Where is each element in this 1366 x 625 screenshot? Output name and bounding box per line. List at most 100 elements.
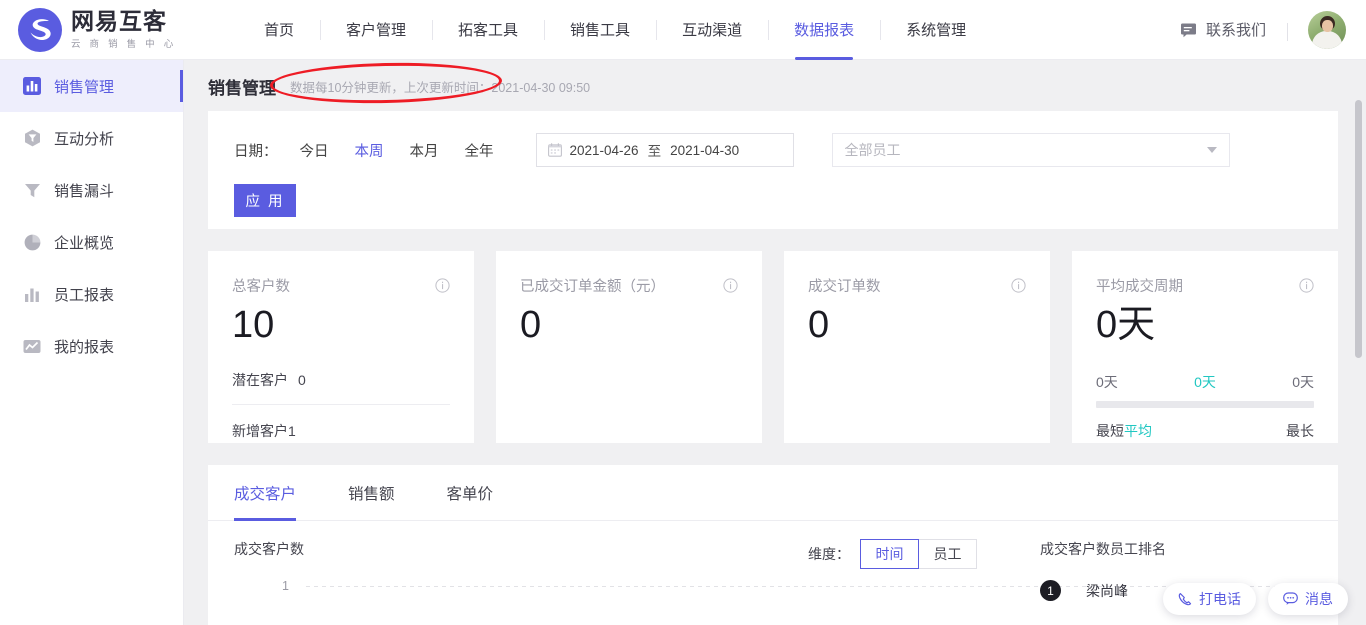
call-button[interactable]: 打电话	[1163, 583, 1256, 615]
date-end-value: 2021-04-30	[670, 142, 740, 158]
employee-select[interactable]: 全部员工	[831, 133, 1230, 167]
filter-row: 日期： 今日 本周 本月 全年 2021-04-26 至 2021-04-30 …	[234, 133, 1312, 167]
tab-sales-amount[interactable]: 销售额	[348, 465, 395, 521]
date-range-separator: 至	[647, 144, 662, 159]
page-update-note: 数据每10分钟更新，上次更新时间：2021-04-30 09:50	[290, 81, 591, 95]
column-chart-icon	[22, 286, 42, 303]
date-filter-label: 日期：	[234, 143, 278, 160]
nav-item-interactive-channels[interactable]: 互动渠道	[656, 0, 768, 60]
card-title-closed-order-count: 成交订单数	[808, 279, 881, 295]
nav-item-acquisition-tools[interactable]: 拓客工具	[432, 0, 544, 60]
top-header: 网易互客 云 商 销 售 中 心 首页 客户管理 拓客工具 销售工具 互动渠道 …	[0, 0, 1366, 60]
sidebar-label-interaction-analysis: 互动分析	[54, 130, 115, 148]
cycle-label-row: 最短 平均 最长	[1096, 421, 1314, 441]
phone-icon	[1178, 592, 1192, 606]
cycle-avg-value: 0天	[1194, 373, 1216, 390]
message-button[interactable]: 消息	[1268, 583, 1348, 615]
card-sub-label-new: 新增客户	[232, 422, 288, 439]
card-value-closed-order-count: 0	[808, 304, 830, 346]
filter-panel: 日期： 今日 本周 本月 全年 2021-04-26 至 2021-04-30 …	[208, 111, 1338, 229]
vertical-scrollbar[interactable]	[1355, 100, 1362, 620]
cycle-min-label: 最短	[1096, 422, 1124, 439]
quick-range-this-month[interactable]: 本月	[410, 140, 439, 161]
chart-y-tick-1: 1	[282, 579, 289, 593]
swoosh-logo-icon	[18, 7, 62, 52]
user-avatar[interactable]	[1308, 10, 1346, 49]
sidebar-label-employee-report: 员工报表	[54, 286, 115, 304]
rank-employee-name: 梁尚峰	[1086, 582, 1128, 599]
avatar-body	[1312, 30, 1342, 49]
avatar-face	[1321, 19, 1333, 32]
tab-unit-price[interactable]: 客单价	[447, 465, 494, 521]
card-header: 成交订单数	[808, 275, 1026, 296]
card-title-closed-order-amount: 已成交订单金额（元）	[520, 279, 665, 295]
app-root: 网易互客 云 商 销 售 中 心 首页 客户管理 拓客工具 销售工具 互动渠道 …	[0, 0, 1366, 625]
brand-logo[interactable]: 网易互客 云 商 销 售 中 心	[0, 7, 210, 52]
card-header: 总客户数	[232, 275, 450, 296]
sidebar-item-sales-management[interactable]: 销售管理	[0, 60, 183, 112]
sidebar-label-sales-management: 销售管理	[54, 78, 115, 96]
main-content: 销售管理 数据每10分钟更新，上次更新时间：2021-04-30 09:50 日…	[184, 60, 1366, 625]
cycle-max-label: 最长	[1286, 422, 1314, 439]
date-start-value: 2021-04-26	[569, 142, 639, 158]
nav-item-data-reports[interactable]: 数据报表	[768, 0, 880, 60]
floating-actions: 打电话 消息	[1163, 583, 1348, 615]
report-body: 成交客户数 1 维度： 时间 员工 成交客户数员工排名 1 梁尚峰	[208, 521, 1338, 601]
quick-range-today[interactable]: 今日	[300, 140, 329, 161]
sidebar-item-my-report[interactable]: 我的报表	[0, 320, 183, 372]
card-sub-value-new: 1	[288, 422, 296, 439]
sidebar-item-sales-funnel[interactable]: 销售漏斗	[0, 164, 183, 216]
card-title-average-deal-cycle: 平均成交周期	[1096, 279, 1183, 295]
employee-select-placeholder: 全部员工	[844, 142, 901, 158]
card-sub-new-customers: 新增客户1	[232, 421, 450, 441]
quick-range-this-year[interactable]: 全年	[465, 140, 494, 161]
brand-subtitle: 云 商 销 售 中 心	[71, 38, 177, 50]
dimension-option-time[interactable]: 时间	[860, 539, 919, 569]
scrollbar-thumb[interactable]	[1355, 100, 1362, 358]
sidebar-item-interaction-analysis[interactable]: 互动分析	[0, 112, 183, 164]
cycle-avg-label: 平均	[1124, 422, 1152, 439]
quick-range-this-week[interactable]: 本周	[355, 140, 384, 161]
top-navigation: 首页 客户管理 拓客工具 销售工具 互动渠道 数据报表 系统管理	[238, 0, 992, 60]
bar-chart-icon	[22, 77, 42, 95]
report-tabs: 成交客户 销售额 客单价	[208, 465, 1338, 521]
card-value-total-customers: 10	[232, 304, 275, 346]
cycle-max-value: 0天	[1292, 373, 1314, 390]
dimension-option-employee[interactable]: 员工	[918, 539, 977, 569]
card-total-customers: 总客户数 10 潜在客户 0 新增客户1	[208, 251, 474, 443]
card-value-average-deal-cycle: 0天	[1096, 304, 1156, 346]
card-value-closed-order-amount: 0	[520, 304, 542, 346]
nav-item-sales-tools[interactable]: 销售工具	[544, 0, 656, 60]
info-circle-icon[interactable]	[1299, 278, 1314, 293]
chevron-down-icon	[1206, 147, 1217, 153]
card-closed-order-count: 成交订单数 0	[784, 251, 1050, 443]
cycle-min-value: 0天	[1096, 373, 1118, 390]
funnel-icon	[22, 182, 42, 199]
nav-item-customer-management[interactable]: 客户管理	[320, 0, 432, 60]
info-circle-icon[interactable]	[723, 278, 738, 293]
stat-cards: 总客户数 10 潜在客户 0 新增客户1 已成交订单金额（元） 0 成交订单数 …	[208, 251, 1338, 443]
cycle-value-row: 0天 0天 0天	[1096, 372, 1314, 392]
nav-item-system-management[interactable]: 系统管理	[880, 0, 992, 60]
apply-button[interactable]: 应 用	[234, 184, 296, 217]
sidebar-item-employee-report[interactable]: 员工报表	[0, 268, 183, 320]
message-bubble-icon	[1180, 22, 1197, 38]
date-range-picker[interactable]: 2021-04-26 至 2021-04-30	[535, 133, 794, 167]
call-button-label: 打电话	[1199, 591, 1241, 607]
card-sub-value-potential: 0	[298, 371, 306, 388]
contact-us-label: 联系我们	[1205, 22, 1266, 39]
rank-badge: 1	[1040, 580, 1061, 601]
info-circle-icon[interactable]	[1011, 278, 1026, 293]
contact-us-button[interactable]: 联系我们	[1180, 19, 1289, 41]
info-circle-icon[interactable]	[435, 278, 450, 293]
nav-item-home[interactable]: 首页	[238, 0, 320, 60]
sidebar-label-my-report: 我的报表	[54, 338, 115, 356]
card-sub-label-potential: 潜在客户	[232, 371, 288, 388]
sidebar-label-sales-funnel: 销售漏斗	[54, 182, 115, 200]
sidebar-item-enterprise-overview[interactable]: 企业概览	[0, 216, 183, 268]
card-closed-order-amount: 已成交订单金额（元） 0	[496, 251, 762, 443]
card-header: 平均成交周期	[1096, 275, 1314, 296]
dimension-segmented-control: 时间 员工	[860, 539, 977, 569]
tab-closed-customers[interactable]: 成交客户	[234, 465, 297, 521]
dimension-label: 维度：	[808, 546, 850, 562]
